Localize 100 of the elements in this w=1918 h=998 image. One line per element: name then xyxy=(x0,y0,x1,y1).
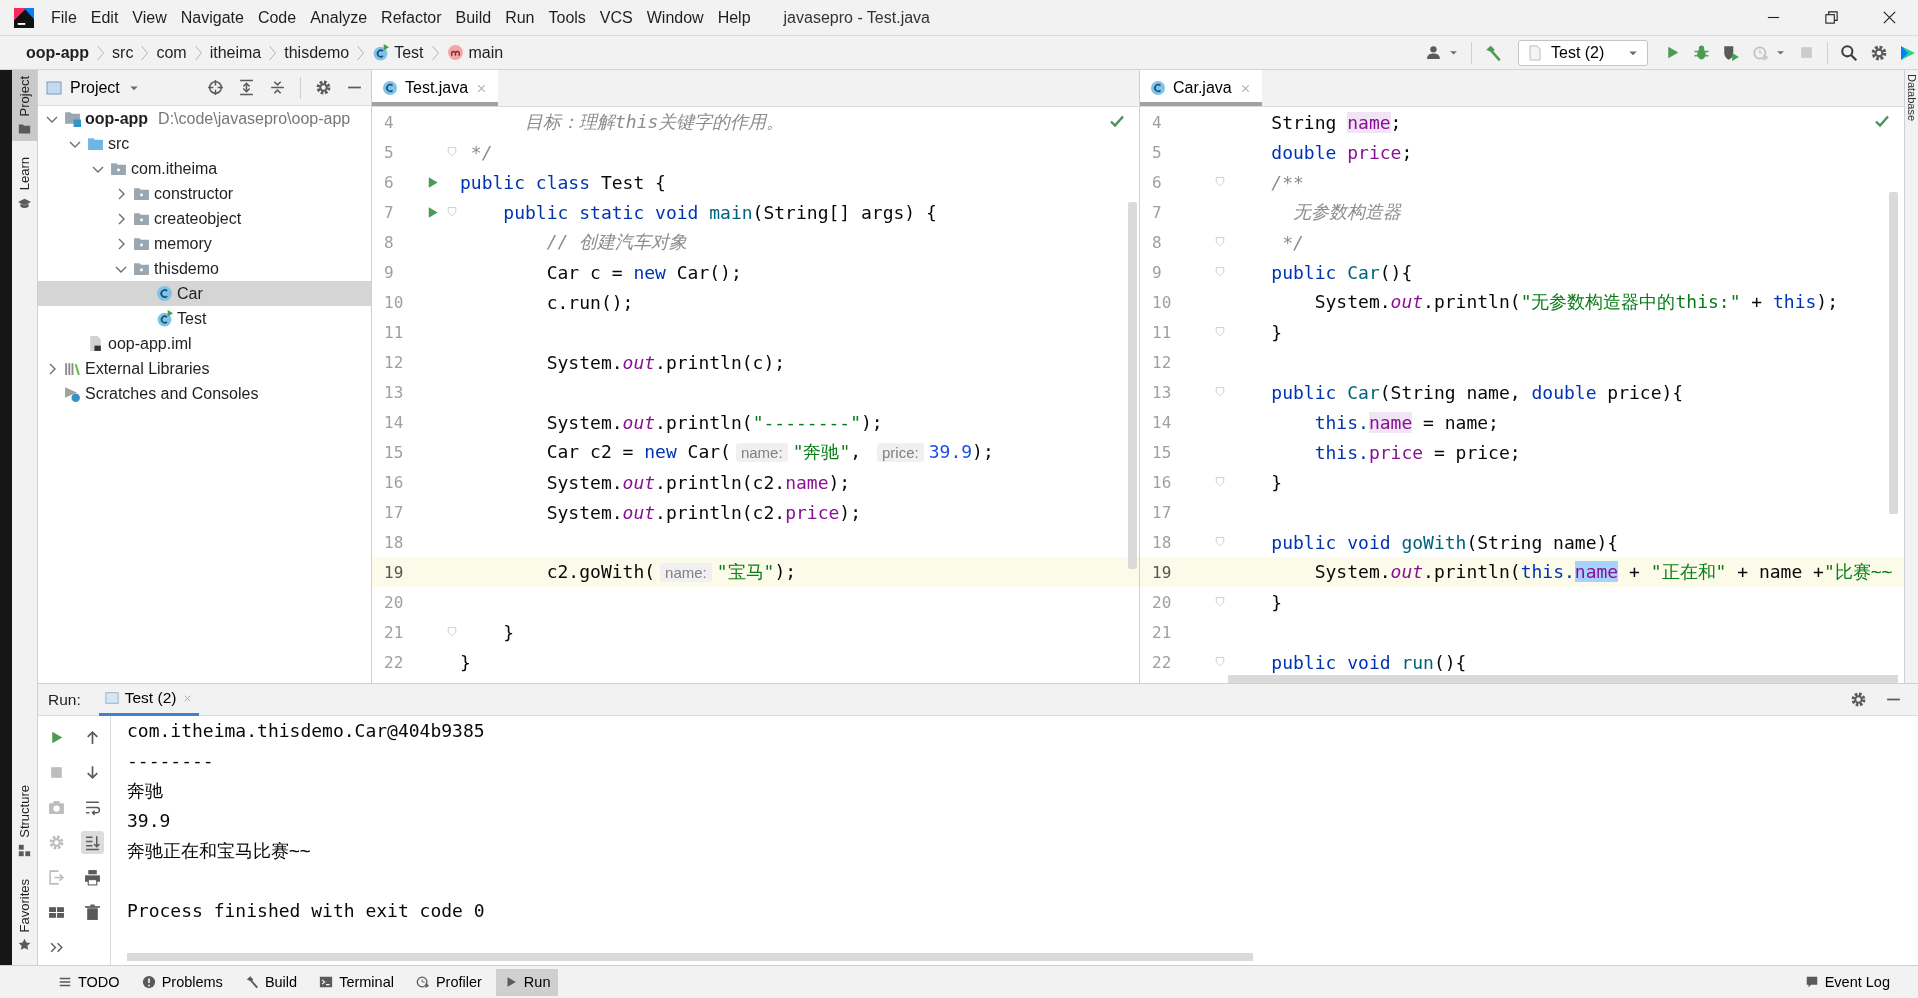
editor-tab[interactable]: Test.java xyxy=(372,70,499,106)
line-number: 8 xyxy=(383,232,395,252)
camera-icon[interactable] xyxy=(47,799,65,816)
chevron-icon xyxy=(141,44,149,61)
tool-window-tab[interactable]: Project xyxy=(12,70,37,142)
scrollbar-thumb[interactable] xyxy=(1228,675,1898,683)
line-number: 13 xyxy=(1151,382,1173,402)
tool-window-button[interactable]: TODO xyxy=(50,968,128,996)
event-log-button[interactable]: Event Log xyxy=(1796,968,1898,996)
tree-item[interactable]: Scratches and Consoles xyxy=(38,381,371,406)
trash-icon[interactable] xyxy=(83,904,101,921)
tree-item[interactable]: src xyxy=(38,131,371,156)
search-icon[interactable] xyxy=(1840,43,1858,62)
breadcrumb[interactable]: itheima xyxy=(209,43,262,62)
code-line: } xyxy=(460,651,471,673)
wrap-icon[interactable] xyxy=(83,799,101,816)
tree-item[interactable]: thisdemo xyxy=(38,256,371,281)
menu-item[interactable]: View xyxy=(125,8,174,27)
tool-window-button[interactable]: Run xyxy=(495,968,559,996)
tool-window-tab[interactable]: Learn xyxy=(12,151,37,216)
tree-item[interactable]: memory xyxy=(38,231,371,256)
code-line: System.out.println(this.name + "正在和" + name +"比赛~~ xyxy=(1313,560,1893,584)
code-line: System.out.println(c2.name); xyxy=(545,471,851,493)
tree-item[interactable]: createobject xyxy=(38,206,371,231)
tool-window-tab[interactable]: Structure xyxy=(12,778,37,863)
console-icon xyxy=(104,691,119,705)
folder-icon xyxy=(87,135,104,152)
favorites-icon xyxy=(18,938,31,951)
print-icon[interactable] xyxy=(83,869,101,886)
library-icon xyxy=(64,360,81,377)
scrollbar-thumb[interactable] xyxy=(1128,202,1137,569)
breadcrumb[interactable]: oop-app xyxy=(26,43,90,62)
settings-icon[interactable] xyxy=(315,79,332,96)
tree-item[interactable]: oop-app.iml xyxy=(38,331,371,356)
close-icon[interactable] xyxy=(1881,10,1897,25)
app-logo xyxy=(14,7,34,28)
menu-item[interactable]: File xyxy=(44,8,84,27)
line-number: 21 xyxy=(1151,622,1173,642)
package-icon xyxy=(133,260,150,277)
code-line: public static void main(String[] args) { xyxy=(502,201,937,223)
breadcrumb[interactable]: main xyxy=(446,43,504,62)
code-line: String name; xyxy=(1270,111,1402,133)
expand-all-icon[interactable] xyxy=(238,79,255,96)
restore-icon[interactable] xyxy=(1823,10,1839,25)
tree-item[interactable]: Car xyxy=(38,281,371,306)
menu-item[interactable]: Edit xyxy=(83,8,126,27)
scrollbar-thumb[interactable] xyxy=(1889,192,1898,514)
code-line: c2.goWith( name: "宝马"); xyxy=(545,560,797,584)
menu-item[interactable]: Refactor xyxy=(374,8,449,27)
breadcrumb[interactable]: com xyxy=(156,43,187,62)
code-line: 目标：理解this关键字的作用。 xyxy=(524,110,785,134)
tool-window-button[interactable]: Terminal xyxy=(311,968,402,996)
target-icon[interactable] xyxy=(207,79,224,96)
line-number: 12 xyxy=(383,352,405,372)
line-number: 14 xyxy=(1151,412,1173,432)
line-number: 18 xyxy=(383,532,405,552)
user-icon[interactable] xyxy=(1426,44,1443,61)
scrollbar-thumb[interactable] xyxy=(127,953,1253,961)
code-line: System.out.println("--------"); xyxy=(545,411,883,433)
menu-item[interactable]: VCS xyxy=(592,8,640,27)
menu-item[interactable]: Analyze xyxy=(303,8,375,27)
shield-icon[interactable] xyxy=(1722,43,1740,62)
menu-item[interactable]: Build xyxy=(448,8,499,27)
breadcrumb[interactable]: Test xyxy=(372,43,424,62)
debug-icon[interactable] xyxy=(1693,44,1710,61)
tool-window-button[interactable]: Problems xyxy=(133,968,231,996)
line-number: 13 xyxy=(383,382,405,402)
line-number: 17 xyxy=(1151,502,1173,522)
exit-icon[interactable] xyxy=(47,869,65,886)
tool-window-button[interactable]: Build xyxy=(236,968,306,996)
settings-icon[interactable] xyxy=(1870,43,1888,62)
line-number: 8 xyxy=(1151,232,1163,252)
hammer-icon[interactable] xyxy=(1484,43,1502,62)
panel-title-dropdown[interactable]: Project xyxy=(46,78,140,97)
class-icon xyxy=(156,310,173,327)
tree-item[interactable]: Test xyxy=(38,306,371,331)
menu-item[interactable]: Tools xyxy=(541,8,593,27)
collapse-all-icon[interactable] xyxy=(269,79,286,96)
editor-tab[interactable]: Car.java xyxy=(1140,70,1262,106)
menu-item[interactable]: Code xyxy=(250,8,304,27)
tree-item[interactable]: constructor xyxy=(38,181,371,206)
menu-item[interactable]: Run xyxy=(498,8,542,27)
tool-window-tab[interactable]: Favorites xyxy=(12,872,37,957)
layout-icon[interactable] xyxy=(47,904,65,921)
breadcrumb[interactable]: src xyxy=(112,43,134,62)
tree-item[interactable]: External Libraries xyxy=(38,356,371,381)
tree-item[interactable]: com.itheima xyxy=(38,156,371,181)
tool-window-tab[interactable]: Database xyxy=(1905,74,1918,683)
line-number: 14 xyxy=(383,412,405,432)
run-tab[interactable]: Test (2) xyxy=(98,683,200,716)
menu-item[interactable]: Window xyxy=(639,8,711,27)
menu-item[interactable]: Navigate xyxy=(173,8,251,27)
run-config-dropdown[interactable]: Test (2) xyxy=(1518,39,1648,66)
tool-window-button[interactable]: Profiler xyxy=(407,968,490,996)
breadcrumb[interactable]: thisdemo xyxy=(284,43,350,62)
settings-icon[interactable] xyxy=(1850,691,1867,708)
scroll-to-end-icon[interactable] xyxy=(83,834,101,851)
tree-item[interactable]: oop-app D:\code\javasepro\oop-app xyxy=(38,106,371,131)
menu-item[interactable]: Help xyxy=(710,8,758,27)
chevron-icon xyxy=(194,44,202,61)
